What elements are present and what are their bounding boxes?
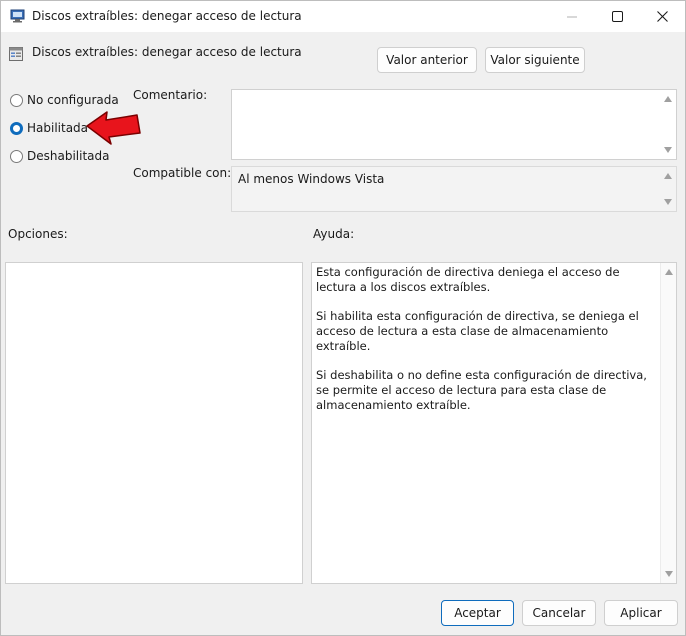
scroll-down-icon (665, 571, 673, 577)
maximize-button[interactable] (594, 1, 640, 32)
ok-button[interactable]: Aceptar (441, 600, 514, 626)
scroll-up-icon (665, 269, 673, 275)
radio-not-configured[interactable]: No configurada (10, 92, 119, 108)
radio-indicator (10, 93, 23, 107)
supported-on-label: Compatible con: (133, 166, 232, 180)
options-label: Opciones: (8, 227, 68, 241)
comment-scrollbar[interactable] (660, 90, 676, 159)
radio-disabled[interactable]: Deshabilitada (10, 148, 109, 164)
help-paragraph: Esta configuración de directiva deniega … (316, 265, 620, 294)
group-policy-icon (10, 9, 25, 23)
close-icon (656, 11, 668, 22)
close-button[interactable] (639, 1, 685, 32)
help-scrollbar[interactable] (660, 263, 676, 583)
title-bar: Discos extraíbles: denegar acceso de lec… (1, 1, 685, 32)
radio-enabled[interactable]: Habilitada (10, 120, 88, 136)
maximize-icon (611, 11, 623, 22)
radio-label: Habilitada (27, 121, 89, 135)
supported-scrollbar[interactable] (660, 167, 676, 211)
help-panel: Esta configuración de directiva deniega … (311, 262, 677, 584)
minimize-button[interactable] (549, 1, 595, 32)
radio-indicator (10, 149, 23, 163)
comment-label: Comentario: (133, 88, 208, 102)
window-title: Discos extraíbles: denegar acceso de lec… (32, 9, 302, 23)
help-paragraph: Si habilita esta configuración de direct… (316, 309, 639, 353)
next-setting-button[interactable]: Valor siguiente (485, 47, 585, 73)
policy-dialog: Discos extraíbles: denegar acceso de lec… (0, 0, 686, 636)
cancel-button[interactable]: Cancelar (522, 600, 596, 626)
supported-on-value: Al menos Windows Vista (238, 172, 385, 186)
radio-label: No configurada (27, 93, 119, 107)
scroll-up-icon (664, 96, 672, 102)
radio-label: Deshabilitada (27, 149, 110, 163)
annotation-arrow-icon (86, 111, 141, 145)
help-paragraph: Si deshabilita o no define esta configur… (316, 368, 647, 412)
supported-on-field: Al menos Windows Vista (231, 166, 677, 212)
help-label: Ayuda: (313, 227, 355, 241)
help-text: Esta configuración de directiva deniega … (316, 265, 656, 427)
apply-button[interactable]: Aplicar (604, 600, 678, 626)
minimize-icon (567, 16, 577, 17)
comment-textarea[interactable] (231, 89, 677, 160)
scroll-down-icon (664, 199, 672, 205)
scroll-down-icon (664, 147, 672, 153)
previous-setting-button[interactable]: Valor anterior (377, 47, 477, 73)
policy-setting-icon (9, 47, 23, 61)
policy-title: Discos extraíbles: denegar acceso de lec… (32, 45, 302, 59)
radio-indicator-checked (10, 121, 23, 135)
scroll-up-icon (664, 173, 672, 179)
options-panel (5, 262, 303, 584)
